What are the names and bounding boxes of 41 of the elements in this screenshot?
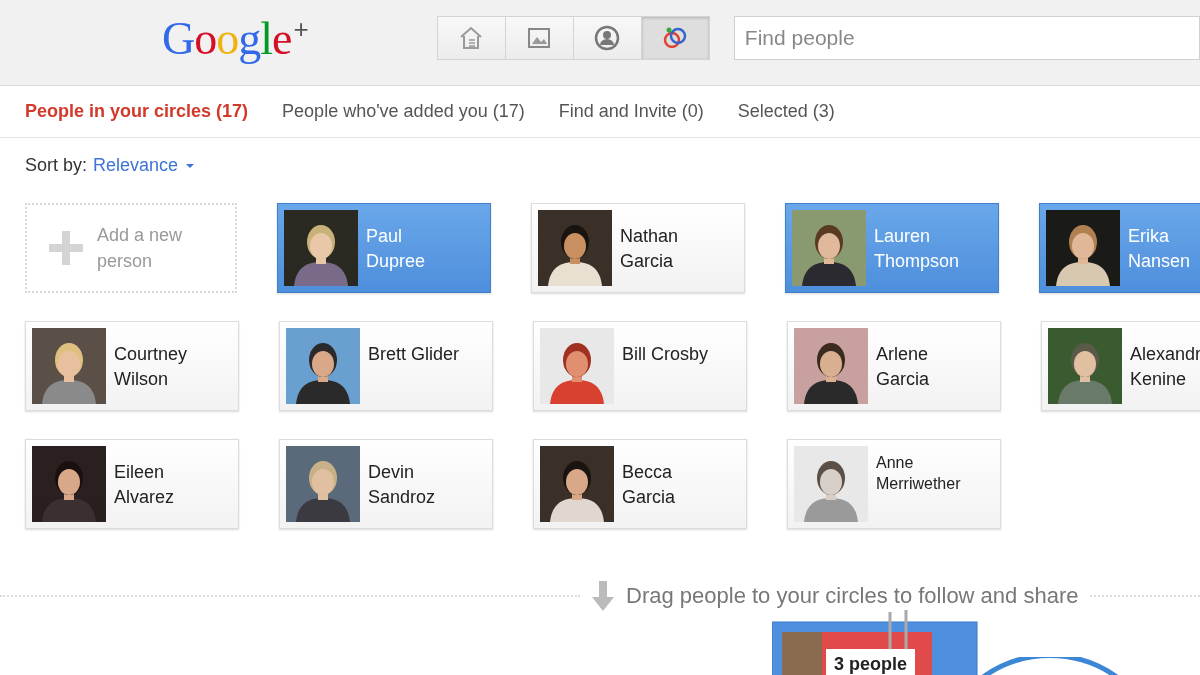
person-name: Paul Dupree [366,225,427,273]
sort-label: Sort by: [25,154,88,177]
person-card[interactable]: Nathan Garcia [531,203,745,293]
nav-button[interactable] [436,16,506,60]
person-card[interactable]: Eileen Alvarez [25,439,239,529]
search-field[interactable]: Find people [733,16,1200,60]
tab[interactable]: People in your circles (17) [25,98,249,125]
person-name: Devin Sandroz [368,461,437,509]
person-name: Alexandr Kenine [1130,343,1200,391]
person-card[interactable]: Brett Glider [279,321,493,411]
caret-icon [184,161,197,170]
person-card[interactable]: Arlene Garcia [787,321,1001,411]
person-name: Eileen Alvarez [114,461,176,509]
person-card[interactable]: Anne Merriwether [787,439,1001,529]
person-name: Lauren Thompson [874,225,961,273]
person-name: Courtney Wilson [114,343,189,391]
person-name: Becca Garcia [622,461,676,509]
tab[interactable]: People who've added you (17) [282,98,525,125]
sort-dropdown[interactable]: Relevance [87,152,197,179]
person-card[interactable]: Courtney Wilson [25,321,239,411]
plus-icon [49,231,83,265]
down-arrow-icon [592,580,614,611]
person-name: Brett Glider [368,343,461,366]
person-name: Erika Nansen [1128,225,1192,273]
profile-icon [593,24,622,52]
person-card[interactable]: Bill Crosby [533,321,747,411]
nav-button[interactable] [504,16,574,60]
tab[interactable]: Selected (3) [737,98,835,125]
person-name: Bill Crosby [622,343,710,366]
stack-label: 3 people [826,649,916,675]
nav-button[interactable] [640,16,710,60]
person-card[interactable]: Devin Sandroz [279,439,493,529]
person-card[interactable]: Becca Garcia [533,439,747,529]
person-name: Arlene Garcia [876,343,930,391]
person-name: Nathan Garcia [620,225,680,273]
tab[interactable]: Find and Invite (0) [558,98,704,125]
drag-hint: Drag people to your circles to follow and share [626,582,1079,610]
person-card[interactable]: Alexandr Kenine [1041,321,1200,411]
nav-button[interactable] [572,16,642,60]
logo: Google$^{+}$ [162,16,309,62]
person-name: Anne Merriwether [876,453,962,494]
